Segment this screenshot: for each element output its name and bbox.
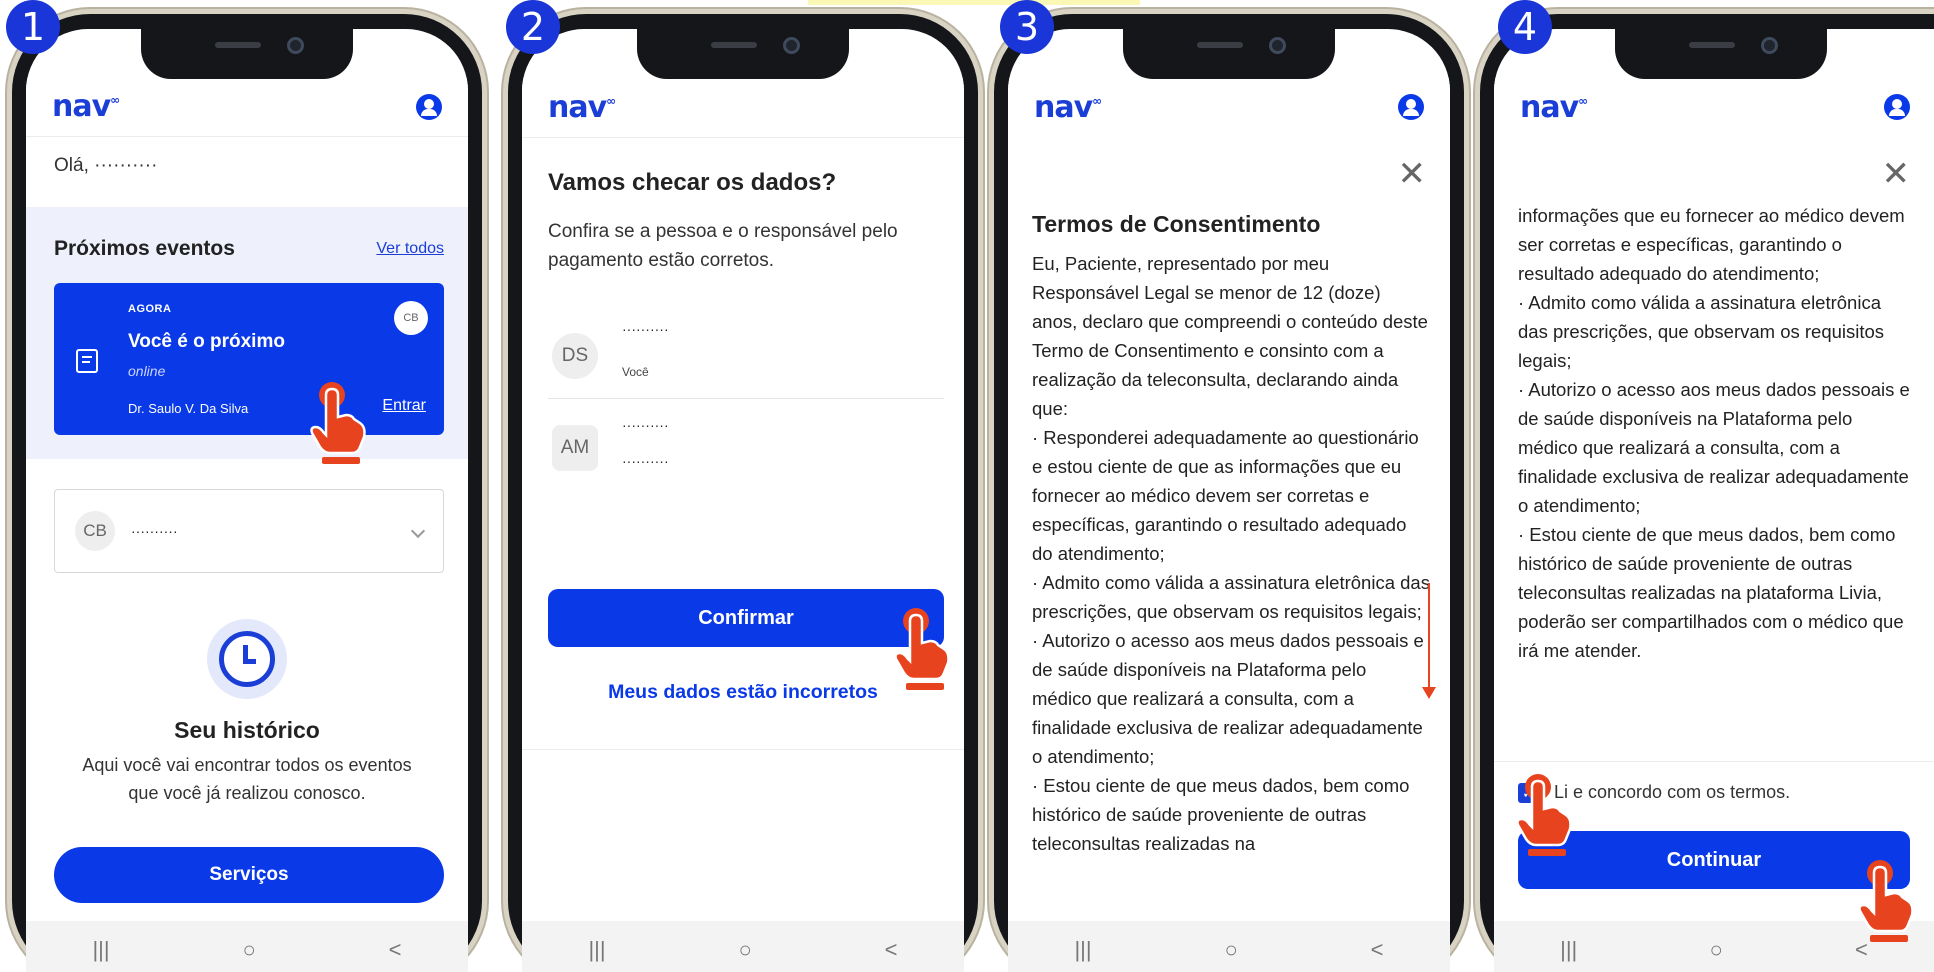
events-title: Próximos eventos bbox=[54, 237, 235, 260]
clipboard-icon bbox=[76, 349, 98, 373]
home-icon[interactable]: ○ bbox=[1709, 937, 1722, 963]
page-title: Vamos checar os dados? bbox=[548, 169, 837, 196]
history-title: Seu histórico bbox=[174, 717, 320, 743]
terms-title: Termos de Consentimento bbox=[1032, 211, 1321, 237]
tap-hand-icon bbox=[308, 381, 368, 467]
terms-text: Eu, Paciente, representado por meu Respo… bbox=[1032, 253, 1430, 854]
events-section: Próximos eventos Ver todos AGORA CB Você… bbox=[26, 207, 468, 459]
terms-scroll-area[interactable]: Eu, Paciente, representado por meu Respo… bbox=[1008, 249, 1450, 921]
user-profile-icon[interactable] bbox=[416, 93, 442, 120]
camera-icon bbox=[1269, 37, 1286, 54]
nav-logo[interactable]: nav∞ bbox=[548, 90, 616, 125]
greeting: Olá, ·········· bbox=[54, 155, 158, 176]
services-button[interactable]: Serviços bbox=[54, 847, 444, 903]
recents-icon[interactable]: ||| bbox=[588, 937, 605, 963]
terms-text: informações que eu fornecer ao médico de… bbox=[1518, 205, 1910, 661]
screen-home: nav∞ Olá, ·········· Próximos eventos Ve… bbox=[26, 29, 468, 972]
system-nav-bar: ||| ○ < bbox=[522, 921, 964, 972]
person-detail: ·········· bbox=[622, 453, 669, 469]
screen-check-data: nav∞ Vamos checar os dados? Confira se a… bbox=[522, 29, 964, 972]
app-header: nav∞ bbox=[1008, 77, 1450, 137]
back-icon[interactable]: < bbox=[1371, 937, 1384, 963]
app-header: nav∞ bbox=[1494, 77, 1934, 137]
page-subtitle: Confira se a pessoa e o responsável pelo… bbox=[548, 221, 898, 271]
event-mode: online bbox=[128, 363, 166, 379]
phone-frame-2: nav∞ Vamos checar os dados? Confira se a… bbox=[508, 14, 978, 972]
clock-icon bbox=[207, 619, 287, 699]
home-icon[interactable]: ○ bbox=[242, 937, 255, 963]
avatar: CB bbox=[394, 301, 428, 335]
nav-logo[interactable]: nav∞ bbox=[1520, 90, 1588, 125]
phone-frame-1: nav∞ Olá, ·········· Próximos eventos Ve… bbox=[12, 14, 482, 972]
terms-scroll-area[interactable]: informações que eu fornecer ao médico de… bbox=[1494, 201, 1934, 731]
select-value: ·········· bbox=[131, 523, 178, 539]
tap-hand-icon bbox=[892, 607, 952, 693]
phone-notch bbox=[1615, 29, 1827, 79]
phone-notch bbox=[141, 29, 353, 79]
recents-icon[interactable]: ||| bbox=[1074, 937, 1091, 963]
event-title: Você é o próximo bbox=[128, 331, 285, 352]
system-nav-bar: ||| ○ < bbox=[1008, 921, 1450, 972]
continue-button[interactable]: Continuar bbox=[1518, 831, 1910, 889]
step-badge-1: 1 bbox=[6, 0, 60, 54]
step-badge-3: 3 bbox=[1000, 0, 1054, 54]
recents-icon[interactable]: ||| bbox=[1560, 937, 1577, 963]
screen-consent-agree: nav∞ ✕ informações que eu fornecer ao mé… bbox=[1494, 29, 1934, 972]
person-role: Você bbox=[622, 365, 649, 379]
back-icon[interactable]: < bbox=[389, 937, 402, 963]
event-tag: AGORA bbox=[128, 303, 172, 315]
tap-hand-icon bbox=[1856, 859, 1916, 945]
camera-icon bbox=[1761, 37, 1778, 54]
person-name: ·········· bbox=[622, 321, 669, 337]
user-profile-icon[interactable] bbox=[1884, 94, 1910, 120]
user-profile-icon[interactable] bbox=[1398, 94, 1424, 120]
tap-hand-icon bbox=[1514, 773, 1574, 859]
recents-icon[interactable]: ||| bbox=[92, 937, 109, 963]
confirm-button[interactable]: Confirmar bbox=[548, 589, 944, 647]
event-doctor: Dr. Saulo V. Da Silva bbox=[128, 401, 249, 416]
camera-icon bbox=[783, 37, 800, 54]
person-row-payer[interactable]: AM ·········· ·········· bbox=[548, 413, 944, 503]
patient-select[interactable]: CB ·········· bbox=[54, 489, 444, 573]
step-badge-4: 4 bbox=[1498, 0, 1552, 54]
scroll-down-arrow-icon bbox=[1422, 583, 1436, 699]
camera-icon bbox=[287, 37, 304, 54]
highlight-strip bbox=[808, 0, 1140, 5]
app-header: nav∞ bbox=[26, 77, 468, 137]
home-icon[interactable]: ○ bbox=[738, 937, 751, 963]
event-card[interactable]: AGORA CB Você é o próximo online Dr. Sau… bbox=[54, 283, 444, 435]
agree-label: Li e concordo com os termos. bbox=[1554, 782, 1791, 802]
nav-logo[interactable]: nav∞ bbox=[52, 89, 120, 124]
person-name: ·········· bbox=[622, 417, 669, 433]
close-icon[interactable]: ✕ bbox=[1398, 157, 1427, 191]
home-icon[interactable]: ○ bbox=[1224, 937, 1237, 963]
app-header: nav∞ bbox=[522, 77, 964, 137]
system-nav-bar: ||| ○ < bbox=[26, 921, 468, 972]
tutorial-stage: nav∞ Olá, ·········· Próximos eventos Ve… bbox=[0, 0, 1934, 972]
back-icon[interactable]: < bbox=[885, 937, 898, 963]
chevron-down-icon[interactable] bbox=[410, 523, 426, 539]
person-row-patient[interactable]: DS ·········· Você bbox=[548, 307, 944, 399]
phone-frame-3: nav∞ ✕ Termos de Consentimento Eu, Pacie… bbox=[994, 14, 1464, 972]
avatar: AM bbox=[552, 425, 598, 471]
step-badge-2: 2 bbox=[506, 0, 560, 54]
phone-notch bbox=[1123, 29, 1335, 79]
history-text: Aqui você vai encontrar todos os eventos… bbox=[82, 755, 412, 803]
phone-frame-4: nav∞ ✕ informações que eu fornecer ao mé… bbox=[1480, 14, 1934, 972]
phone-notch bbox=[637, 29, 849, 79]
avatar: CB bbox=[75, 511, 115, 551]
enter-link[interactable]: Entrar bbox=[382, 397, 426, 415]
nav-logo[interactable]: nav∞ bbox=[1034, 90, 1102, 125]
avatar: DS bbox=[552, 333, 598, 379]
close-icon[interactable]: ✕ bbox=[1882, 157, 1911, 191]
see-all-link[interactable]: Ver todos bbox=[376, 240, 444, 258]
screen-consent-terms: nav∞ ✕ Termos de Consentimento Eu, Pacie… bbox=[1008, 29, 1450, 972]
